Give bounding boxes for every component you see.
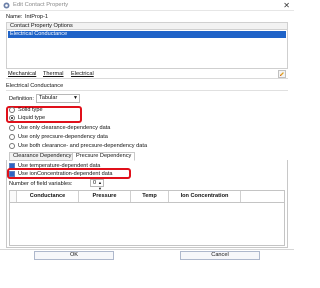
liquid-type-label: Liquid type	[18, 115, 46, 121]
property-menu-bar: Mechanical Thermal Electrical	[6, 70, 288, 79]
section-divider	[6, 90, 288, 91]
field-variables-spinner[interactable]: 0 ▲ ▼	[90, 179, 104, 191]
menu-mechanical[interactable]: Mechanical	[8, 71, 36, 78]
window-title: Edit Contact Property	[13, 2, 69, 8]
column-header-pressure[interactable]: Pressure	[79, 191, 131, 202]
definition-label: Definition:	[9, 96, 34, 102]
menu-electrical[interactable]: Electrical	[71, 71, 94, 78]
pencil-icon[interactable]	[278, 70, 286, 78]
checkbox-checked-icon	[9, 171, 15, 177]
field-variables-label: Number of field variables:	[9, 181, 73, 187]
chevron-down-icon: ▼	[73, 95, 78, 101]
definition-select[interactable]: Tabular ▼	[36, 94, 80, 103]
section-title: Electrical Conductance	[6, 83, 64, 89]
data-table[interactable]: Conductance Pressure Temp Ion Concentrat…	[9, 190, 285, 246]
both-dependency-label: Use both clearance- and precsure-depende…	[18, 143, 148, 149]
contact-options-header: Contact Property Options	[6, 22, 288, 30]
name-value: IntProp-1	[25, 14, 49, 20]
footer-divider	[0, 249, 294, 250]
ion-concentration-label: Use ionConcentration-dependent data	[18, 171, 113, 177]
table-header-row: Conductance Pressure Temp Ion Concentrat…	[10, 191, 284, 203]
column-header-temp[interactable]: Temp	[131, 191, 169, 202]
radio-icon	[9, 143, 15, 149]
list-item-electrical-conductance[interactable]: Electrical Conductance	[8, 31, 286, 38]
menu-thermal[interactable]: Thermal	[43, 71, 64, 78]
ok-button[interactable]: OK	[34, 251, 114, 260]
radio-checked-icon	[9, 115, 15, 121]
column-header-conductance[interactable]: Conductance	[17, 191, 79, 202]
radio-icon	[9, 125, 15, 131]
close-icon[interactable]: ✕	[283, 0, 290, 11]
row-header-stub	[10, 191, 17, 202]
radio-icon	[9, 134, 15, 140]
solid-type-label: Solid type	[18, 107, 43, 113]
name-label: Name:	[6, 14, 23, 20]
radio-icon	[9, 107, 15, 113]
clearance-only-label: Use only clearance-dependency data	[18, 125, 111, 131]
cancel-button[interactable]: Cancel	[180, 251, 260, 260]
column-header-ion-concentration[interactable]: Ion Concentration	[169, 191, 241, 202]
app-icon	[3, 2, 10, 9]
definition-value: Tabular	[39, 95, 58, 101]
title-bar: Edit Contact Property ✕	[0, 0, 294, 11]
pressure-only-label: Use only precsure-dependency data	[18, 134, 108, 140]
field-variables-value: 0	[93, 180, 97, 186]
contact-options-list[interactable]: Electrical Conductance	[6, 30, 288, 69]
